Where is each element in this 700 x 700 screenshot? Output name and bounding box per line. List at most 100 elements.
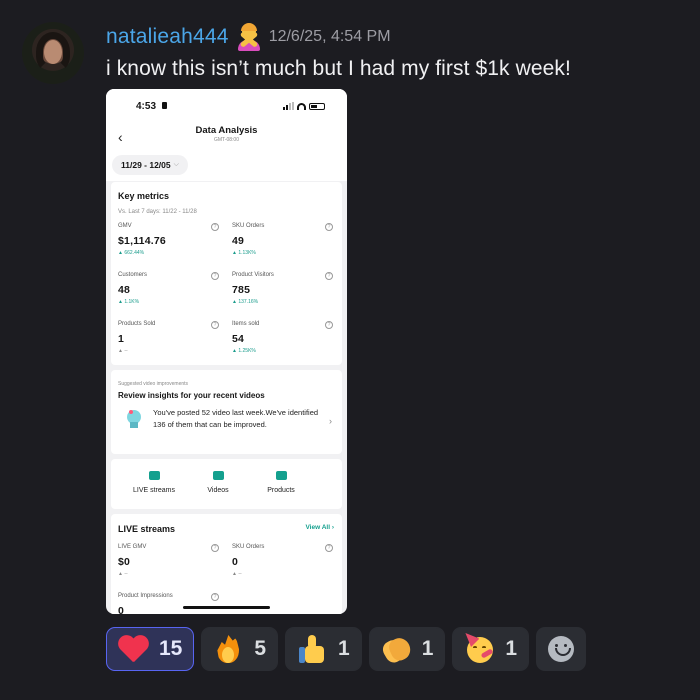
tab-label: LIVE streams xyxy=(132,487,175,494)
metric-label: SKU Orders xyxy=(232,223,265,229)
help-icon: ? xyxy=(325,321,333,329)
attached-screenshot[interactable]: 4:53 ‹ Data Analysis GMT-08:00 11/29 - 1… xyxy=(106,89,347,614)
metric-label: SKU Orders xyxy=(232,544,265,550)
status-icons xyxy=(283,102,325,110)
metric-change: ▲ 1.13K% xyxy=(232,250,256,256)
metric-product-impressions: Product Impressions ? 0 xyxy=(118,593,223,614)
reaction-party[interactable]: 1 xyxy=(452,627,530,671)
reaction-count: 1 xyxy=(338,637,350,660)
help-icon: ? xyxy=(325,544,333,552)
smiley-add-reaction-icon xyxy=(548,636,575,662)
reaction-count: 15 xyxy=(159,637,183,660)
help-icon: ? xyxy=(325,223,333,231)
clapping-hands-icon xyxy=(379,633,414,666)
username[interactable]: natalieah444 xyxy=(106,25,229,49)
reaction-clap[interactable]: 1 xyxy=(368,627,446,671)
chevron-down-icon: ⌵ xyxy=(173,161,179,168)
avatar-face xyxy=(44,40,62,64)
bag-icon xyxy=(275,471,287,480)
metric-label: Items sold xyxy=(232,321,260,327)
metric-sku-orders: SKU Orders ? 49 ▲ 1.13K% xyxy=(232,223,337,256)
tab-products: Products xyxy=(246,459,316,494)
metric-products-sold: Products Sold ? 1 ▲ -- xyxy=(118,321,223,354)
date-bar: 11/29 - 12/05 ⌵ xyxy=(106,155,347,181)
message-timestamp: 12/6/25, 4:54 PM xyxy=(268,28,391,45)
chevron-right-icon: › xyxy=(329,416,332,426)
metric-value: $1,114.76 xyxy=(118,235,166,247)
metric-change: ▲ -- xyxy=(118,571,128,577)
fire-icon xyxy=(212,633,244,665)
metric-change: ▲ 137.16% xyxy=(232,299,259,305)
metric-value: 54 xyxy=(232,333,245,345)
battery-icon xyxy=(309,103,325,110)
reaction-fire[interactable]: 5 xyxy=(201,627,279,671)
woman-gesturing-no-icon xyxy=(235,23,263,51)
signal-icon xyxy=(283,102,294,110)
category-tabs: LIVE streams Videos Products xyxy=(111,459,342,509)
metric-label: Product Impressions xyxy=(118,593,173,599)
metric-change: ▲ -- xyxy=(232,571,242,577)
metric-customers: Customers ? 48 ▲ 1.1K% xyxy=(118,272,223,305)
help-icon: ? xyxy=(211,223,219,231)
metric-value: 1 xyxy=(118,333,125,345)
suggestion-kicker: Suggested video improvements xyxy=(118,381,189,387)
video-icon xyxy=(212,471,224,480)
status-time: 4:53 xyxy=(136,101,157,112)
suggestion-body: You've posted 52 video last week.We've i… xyxy=(153,408,319,429)
date-range-text: 11/29 - 12/05 xyxy=(121,160,171,170)
metric-gmv: GMV ? $1,114.76 ▲ 662.44% xyxy=(118,223,223,256)
suggestion-title: Review insights for your recent videos xyxy=(118,391,265,400)
message-text: i know this isn’t much but I had my firs… xyxy=(106,57,571,80)
metric-product-visitors: Product Visitors ? 785 ▲ 137.16% xyxy=(232,272,337,305)
metric-value: 48 xyxy=(118,284,131,296)
help-icon: ? xyxy=(211,593,219,601)
metric-label: LIVE GMV xyxy=(118,544,147,550)
red-heart-icon xyxy=(117,633,149,665)
screen-nav-bar: ‹ Data Analysis GMT-08:00 xyxy=(106,125,347,155)
suggestion-card: Suggested video improvements Review insi… xyxy=(111,370,342,454)
live-title: LIVE streams xyxy=(118,524,176,534)
home-indicator xyxy=(183,606,270,609)
metric-label: Customers xyxy=(118,272,148,278)
metric-value: 785 xyxy=(232,284,251,296)
reactions-bar: 15 5 1 1 1 xyxy=(106,627,587,671)
tab-label: Videos xyxy=(207,487,229,494)
key-metrics-title: Key metrics xyxy=(118,191,170,201)
live-streams-card: LIVE streams View All › LIVE GMV ? $0 ▲ … xyxy=(111,514,342,614)
metric-value: 0 xyxy=(232,556,239,568)
tab-videos: Videos xyxy=(183,459,253,494)
phone-status-bar: 4:53 xyxy=(106,89,347,125)
lock-icon xyxy=(162,102,167,109)
metric-value: $0 xyxy=(118,556,131,568)
reaction-thumbs-up[interactable]: 1 xyxy=(285,627,362,671)
metric-change: ▲ 662.44% xyxy=(118,250,145,256)
metric-label: Products Sold xyxy=(118,321,156,327)
wifi-icon xyxy=(297,103,306,110)
help-icon: ? xyxy=(211,272,219,280)
help-icon: ? xyxy=(211,321,219,329)
reaction-count: 1 xyxy=(421,637,434,660)
metric-items-sold: Items sold ? 54 ▲ 1.25K% xyxy=(232,321,337,354)
user-avatar[interactable] xyxy=(22,22,84,84)
tab-label: Products xyxy=(267,487,295,494)
message-header: natalieah444 12/6/25, 4:54 PM xyxy=(106,23,391,51)
date-range-pill: 11/29 - 12/05 ⌵ xyxy=(112,155,188,175)
metric-change: ▲ 1.25K% xyxy=(232,348,256,354)
metric-live-sku-orders: SKU Orders ? 0 ▲ -- xyxy=(232,544,337,577)
metric-label: Product Visitors xyxy=(232,272,274,278)
tab-live-streams: LIVE streams xyxy=(119,459,189,494)
reaction-heart[interactable]: 15 xyxy=(106,627,195,671)
help-icon: ? xyxy=(211,544,219,552)
screen-title: Data Analysis xyxy=(195,125,258,136)
partying-face-icon xyxy=(463,633,495,665)
live-icon xyxy=(148,471,160,480)
add-reaction-button[interactable] xyxy=(536,627,587,671)
lightbulb-icon xyxy=(125,410,145,436)
metric-change: ▲ -- xyxy=(118,348,128,354)
screen-timezone: GMT-08:00 xyxy=(213,137,239,143)
key-metrics-card: Key metrics Vs. Last 7 days: 11/22 - 11/… xyxy=(111,182,342,365)
metric-change: ▲ 1.1K% xyxy=(118,299,140,305)
help-icon: ? xyxy=(325,272,333,280)
view-all-link: View All › xyxy=(305,524,334,531)
metric-value: 49 xyxy=(232,235,245,247)
